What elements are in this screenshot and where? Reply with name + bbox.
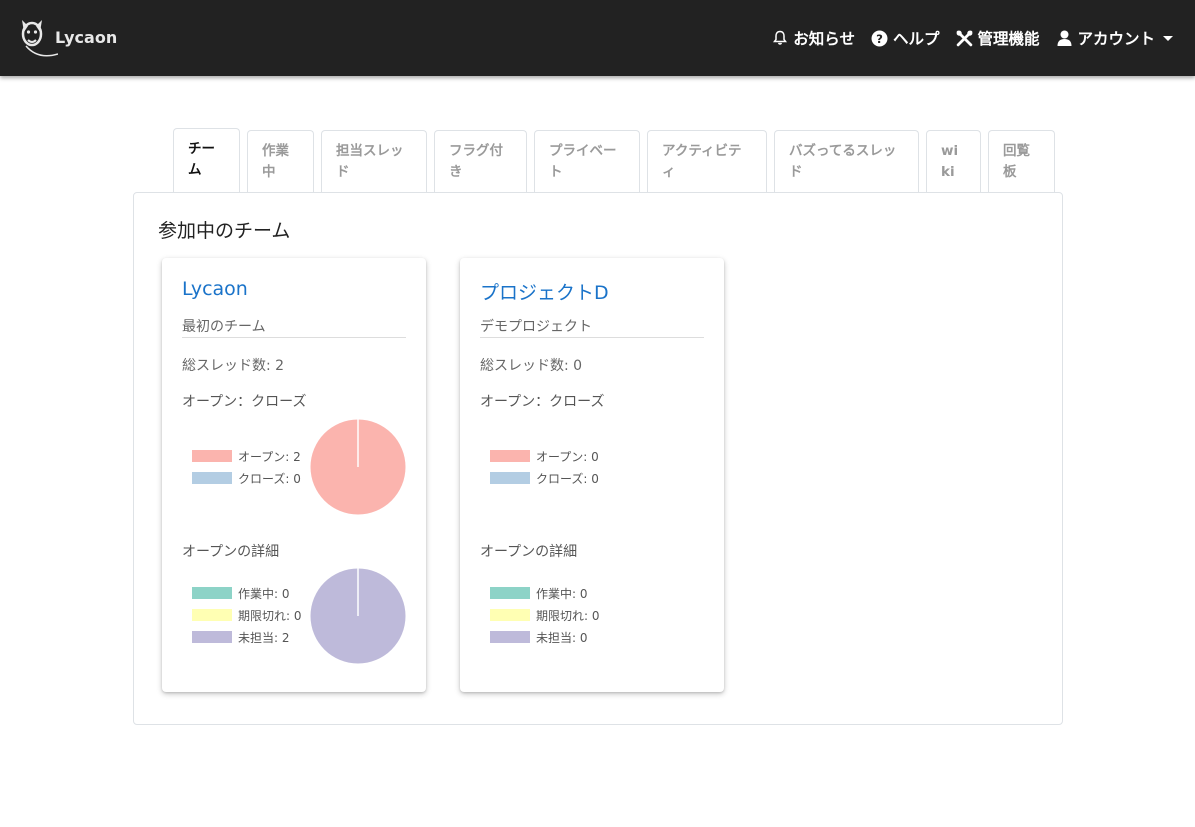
account-dropdown[interactable]: アカウント [1055, 27, 1173, 49]
legend-swatch [490, 587, 530, 599]
legend-label: オープン: 0 [536, 449, 599, 464]
open-detail-legend: 作業中: 0 期限切れ: 0 未担当: 2 [192, 582, 302, 648]
app-logo[interactable]: Lycaon [18, 16, 118, 60]
svg-text:?: ? [877, 31, 884, 45]
tab-buzz-threads[interactable]: バズってるスレッド [774, 130, 919, 192]
tab-circular[interactable]: 回覧板 [988, 130, 1055, 192]
tab-activity[interactable]: アクティビティ [647, 130, 767, 192]
legend-item-working: 作業中: 0 [490, 582, 600, 604]
legend-swatch [192, 450, 232, 462]
legend-swatch [490, 631, 530, 643]
legend-swatch [490, 450, 530, 462]
open-close-legend: オープン: 2 クローズ: 0 [192, 445, 301, 489]
user-icon [1055, 29, 1073, 47]
legend-item-expired: 期限切れ: 0 [490, 604, 600, 626]
legend-swatch [192, 472, 232, 484]
legend-item-unassigned: 未担当: 2 [192, 626, 302, 648]
open-close-title: オープン：クローズ [480, 394, 605, 410]
legend-item-close: クローズ: 0 [192, 467, 301, 489]
open-close-pie-chart [310, 419, 406, 515]
open-detail-title: オープンの詳細 [182, 544, 280, 560]
notifications-link[interactable]: お知らせ [771, 27, 855, 49]
open-detail-legend: 作業中: 0 期限切れ: 0 未担当: 0 [490, 582, 600, 648]
thread-count: 総スレッド数: 2 [182, 358, 285, 374]
tab-bar: チーム 作業中 担当スレッド フラグ付き プライベート アクティビティ バズって… [173, 128, 1062, 192]
legend-item-close: クローズ: 0 [490, 467, 599, 489]
team-description: デモプロジェクト [480, 316, 704, 338]
legend-swatch [192, 631, 232, 643]
navbar: Lycaon お知らせ ? ヘルプ 管理機能 アカウント [0, 0, 1195, 76]
question-circle-icon: ? [871, 29, 889, 47]
legend-swatch [490, 472, 530, 484]
thread-count: 総スレッド数: 0 [480, 358, 583, 374]
tab-assigned-threads[interactable]: 担当スレッド [321, 130, 427, 192]
tab-private[interactable]: プライベート [534, 130, 640, 192]
tab-team[interactable]: チーム [173, 128, 240, 192]
legend-swatch [192, 609, 232, 621]
legend-label: クローズ: 0 [536, 471, 599, 486]
tab-wiki[interactable]: wiki [926, 130, 981, 192]
team-name-link[interactable]: プロジェクトD [480, 278, 609, 305]
bell-icon [771, 29, 789, 47]
admin-label: 管理機能 [977, 30, 1040, 48]
team-name-link[interactable]: Lycaon [182, 278, 248, 300]
admin-link[interactable]: 管理機能 [955, 27, 1039, 49]
tools-icon [955, 29, 973, 47]
open-detail-pie-chart [608, 568, 704, 664]
open-close-legend: オープン: 0 クローズ: 0 [490, 445, 599, 489]
open-detail-title: オープンの詳細 [480, 544, 578, 560]
open-close-pie-chart [608, 419, 704, 515]
team-card: Lycaon 最初のチーム 総スレッド数: 2 オープン：クローズ オープン: … [162, 258, 426, 692]
logo-text: Lycaon [55, 28, 118, 47]
legend-label: 作業中: 0 [536, 586, 588, 601]
legend-item-unassigned: 未担当: 0 [490, 626, 600, 648]
help-label: ヘルプ [892, 30, 940, 48]
legend-swatch [490, 609, 530, 621]
legend-label: 期限切れ: 0 [238, 608, 302, 623]
legend-item-working: 作業中: 0 [192, 582, 302, 604]
legend-label: オープン: 2 [238, 449, 301, 464]
account-label: アカウント [1077, 30, 1155, 48]
legend-label: 未担当: 2 [238, 630, 290, 645]
legend-item-open: オープン: 0 [490, 445, 599, 467]
page-title: 参加中のチーム [158, 220, 291, 242]
tab-flagged[interactable]: フラグ付き [434, 130, 527, 192]
team-description: 最初のチーム [182, 316, 406, 338]
help-link[interactable]: ? ヘルプ [871, 27, 940, 49]
open-detail-pie-chart [310, 568, 406, 664]
legend-label: 未担当: 0 [536, 630, 588, 645]
chevron-down-icon [1163, 35, 1173, 41]
legend-item-expired: 期限切れ: 0 [192, 604, 302, 626]
wolf-logo-icon [21, 20, 58, 57]
notifications-label: お知らせ [793, 30, 855, 48]
legend-swatch [192, 587, 232, 599]
tab-working[interactable]: 作業中 [247, 130, 314, 192]
content-panel: 参加中のチーム Lycaon 最初のチーム 総スレッド数: 2 オープン：クロー… [133, 192, 1063, 725]
legend-label: クローズ: 0 [238, 471, 301, 486]
team-card: プロジェクトD デモプロジェクト 総スレッド数: 0 オープン：クローズ オープ… [460, 258, 724, 692]
open-close-title: オープン：クローズ [182, 394, 307, 410]
legend-label: 作業中: 0 [238, 586, 290, 601]
legend-label: 期限切れ: 0 [536, 608, 600, 623]
legend-item-open: オープン: 2 [192, 445, 301, 467]
